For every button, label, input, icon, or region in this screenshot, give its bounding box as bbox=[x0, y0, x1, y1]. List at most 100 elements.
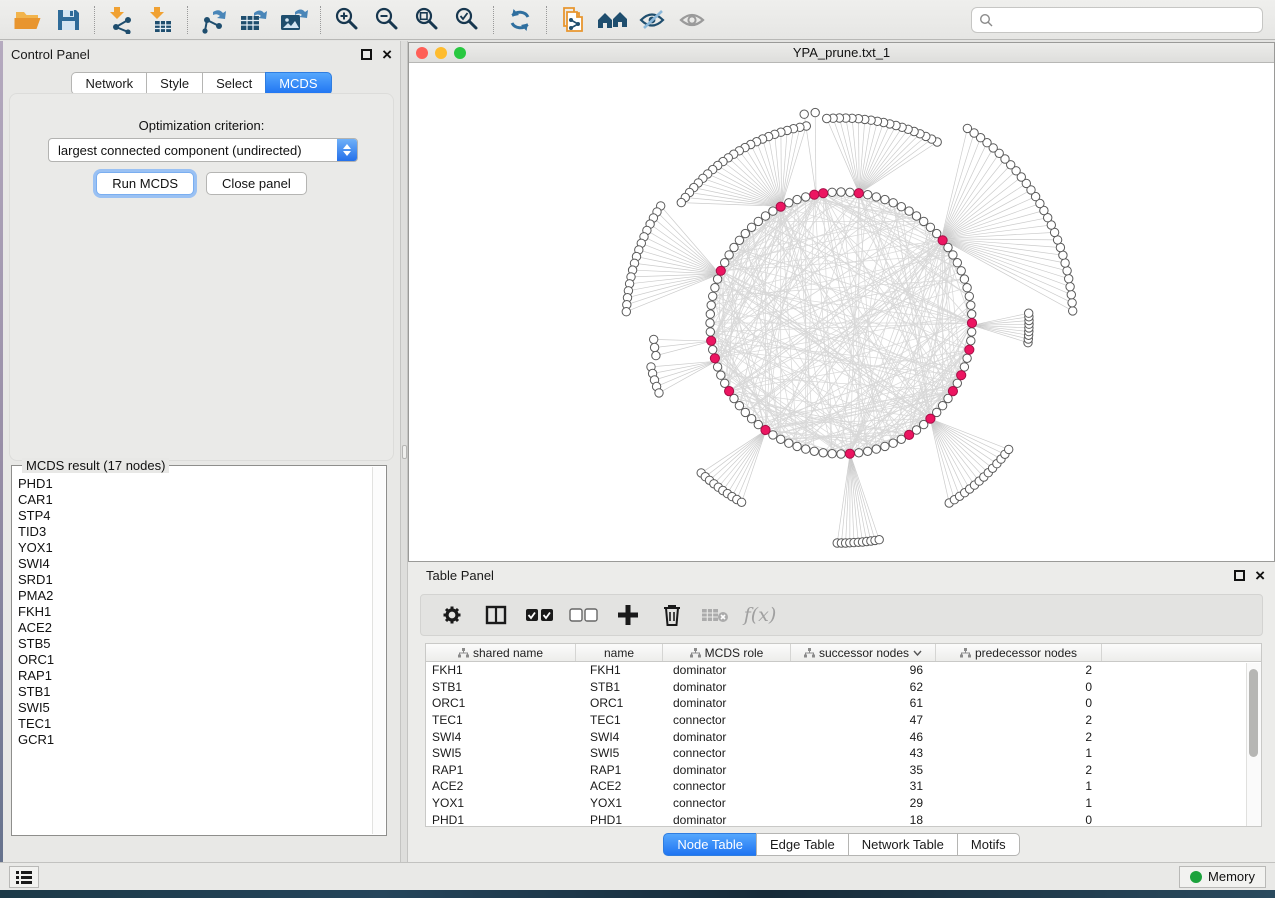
table-row[interactable]: YOX1YOX1connector291 bbox=[426, 795, 1261, 812]
graph-node-mcds[interactable] bbox=[967, 318, 976, 327]
graph-node[interactable] bbox=[968, 310, 976, 318]
mcds-node-item[interactable]: RAP1 bbox=[18, 668, 370, 684]
tab-node-table[interactable]: Node Table bbox=[663, 833, 756, 856]
mcds-node-item[interactable]: PMA2 bbox=[18, 588, 370, 604]
vertical-splitter[interactable] bbox=[400, 41, 408, 862]
column-header-shared-name[interactable]: shared name bbox=[426, 644, 576, 661]
graph-node-mcds[interactable] bbox=[819, 189, 828, 198]
graph-node-mcds[interactable] bbox=[957, 371, 966, 380]
search-input[interactable] bbox=[998, 13, 1255, 27]
graph-node[interactable] bbox=[846, 188, 854, 196]
graph-node-mcds[interactable] bbox=[761, 425, 770, 434]
graph-node[interactable] bbox=[963, 284, 971, 292]
graph-node[interactable] bbox=[926, 223, 934, 231]
mcds-node-item[interactable]: SWI4 bbox=[18, 556, 370, 572]
tab-select[interactable]: Select bbox=[202, 72, 265, 95]
graph-node[interactable] bbox=[1068, 299, 1076, 307]
run-mcds-button[interactable]: Run MCDS bbox=[96, 172, 194, 195]
gear-button[interactable] bbox=[435, 600, 469, 630]
graph-node[interactable] bbox=[650, 335, 658, 343]
graph-node[interactable] bbox=[810, 447, 818, 455]
graph-node[interactable] bbox=[837, 188, 845, 196]
graph-node[interactable] bbox=[741, 229, 749, 237]
graph-node[interactable] bbox=[725, 251, 733, 259]
mcds-node-item[interactable]: TEC1 bbox=[18, 716, 370, 732]
graph-node[interactable] bbox=[785, 439, 793, 447]
graph-node[interactable] bbox=[881, 442, 889, 450]
graph-node[interactable] bbox=[949, 251, 957, 259]
graph-node[interactable] bbox=[855, 449, 863, 457]
first-neighbors-button[interactable] bbox=[593, 3, 633, 37]
mcds-node-item[interactable]: SWI5 bbox=[18, 700, 370, 716]
graph-node[interactable] bbox=[864, 447, 872, 455]
import-network-button[interactable] bbox=[101, 3, 141, 37]
mcds-node-item[interactable]: SRD1 bbox=[18, 572, 370, 588]
graph-node[interactable] bbox=[963, 124, 971, 132]
graph-node[interactable] bbox=[1066, 283, 1074, 291]
graph-node[interactable] bbox=[709, 292, 717, 300]
graph-node[interactable] bbox=[707, 301, 715, 309]
float-panel-icon[interactable] bbox=[361, 49, 372, 60]
graph-node[interactable] bbox=[912, 212, 920, 220]
graph-node[interactable] bbox=[802, 193, 810, 201]
graph-node-mcds[interactable] bbox=[776, 202, 785, 211]
graph-node[interactable] bbox=[965, 292, 973, 300]
tab-edge-table[interactable]: Edge Table bbox=[756, 833, 848, 856]
graph-node[interactable] bbox=[747, 223, 755, 231]
table-row[interactable]: SWI5SWI5connector431 bbox=[426, 745, 1261, 762]
network-graph[interactable] bbox=[409, 63, 1274, 561]
graph-node-mcds[interactable] bbox=[948, 387, 957, 396]
table-row[interactable]: FKH1FKH1dominator962 bbox=[426, 662, 1261, 679]
tab-mcds[interactable]: MCDS bbox=[265, 72, 331, 95]
mcds-scrollbar[interactable] bbox=[372, 467, 385, 834]
add-column-button[interactable] bbox=[611, 600, 645, 630]
tab-motifs[interactable]: Motifs bbox=[957, 833, 1020, 856]
graph-node[interactable] bbox=[1065, 275, 1073, 283]
graph-node[interactable] bbox=[713, 363, 721, 371]
show-all-button[interactable] bbox=[673, 3, 713, 37]
delete-table-button[interactable] bbox=[699, 600, 733, 630]
table-row[interactable]: SWI4SWI4dominator462 bbox=[426, 728, 1261, 745]
graph-node[interactable] bbox=[785, 199, 793, 207]
graph-node[interactable] bbox=[777, 435, 785, 443]
memory-button[interactable]: Memory bbox=[1179, 866, 1266, 888]
graph-node-mcds[interactable] bbox=[905, 430, 914, 439]
graph-node-mcds[interactable] bbox=[725, 387, 734, 396]
graph-node[interactable] bbox=[953, 259, 961, 267]
select-all-button[interactable] bbox=[523, 600, 557, 630]
close-panel-icon[interactable]: × bbox=[382, 49, 392, 60]
graph-node[interactable] bbox=[793, 195, 801, 203]
graph-node[interactable] bbox=[819, 449, 827, 457]
table-scrollbar-thumb[interactable] bbox=[1249, 669, 1258, 757]
tab-network[interactable]: Network bbox=[71, 72, 146, 95]
graph-node[interactable] bbox=[1069, 307, 1077, 315]
import-table-button[interactable] bbox=[141, 3, 181, 37]
mcds-node-item[interactable]: STB1 bbox=[18, 684, 370, 700]
table-row[interactable]: ACE2ACE2connector311 bbox=[426, 778, 1261, 795]
mcds-node-item[interactable]: TID3 bbox=[18, 524, 370, 540]
export-image-button[interactable] bbox=[274, 3, 314, 37]
graph-node[interactable] bbox=[754, 217, 762, 225]
graph-node-mcds[interactable] bbox=[707, 336, 716, 345]
graph-node[interactable] bbox=[1059, 251, 1067, 259]
graph-node[interactable] bbox=[1005, 445, 1013, 453]
table-row[interactable]: STB1STB1dominator620 bbox=[426, 679, 1261, 696]
open-file-button[interactable] bbox=[8, 3, 48, 37]
graph-node[interactable] bbox=[747, 415, 755, 423]
task-history-button[interactable] bbox=[9, 866, 39, 888]
graph-node[interactable] bbox=[709, 346, 717, 354]
mcds-result-list[interactable]: PHD1CAR1STP4TID3YOX1SWI4SRD1PMA2FKH1ACE2… bbox=[18, 476, 370, 831]
column-header-predecessor-nodes[interactable]: predecessor nodes bbox=[936, 644, 1102, 661]
graph-node[interactable] bbox=[1067, 291, 1075, 299]
optimization-dropdown[interactable]: largest connected component (undirected) bbox=[48, 138, 358, 162]
graph-node[interactable] bbox=[713, 275, 721, 283]
mcds-node-item[interactable]: STP4 bbox=[18, 508, 370, 524]
column-header-MCDS-role[interactable]: MCDS role bbox=[663, 644, 791, 661]
graph-node[interactable] bbox=[960, 275, 968, 283]
export-table-button[interactable] bbox=[234, 3, 274, 37]
mcds-node-item[interactable]: ORC1 bbox=[18, 652, 370, 668]
graph-node[interactable] bbox=[957, 267, 965, 275]
graph-node[interactable] bbox=[706, 328, 714, 336]
graph-node-mcds[interactable] bbox=[716, 266, 725, 275]
graph-node[interactable] bbox=[938, 402, 946, 410]
